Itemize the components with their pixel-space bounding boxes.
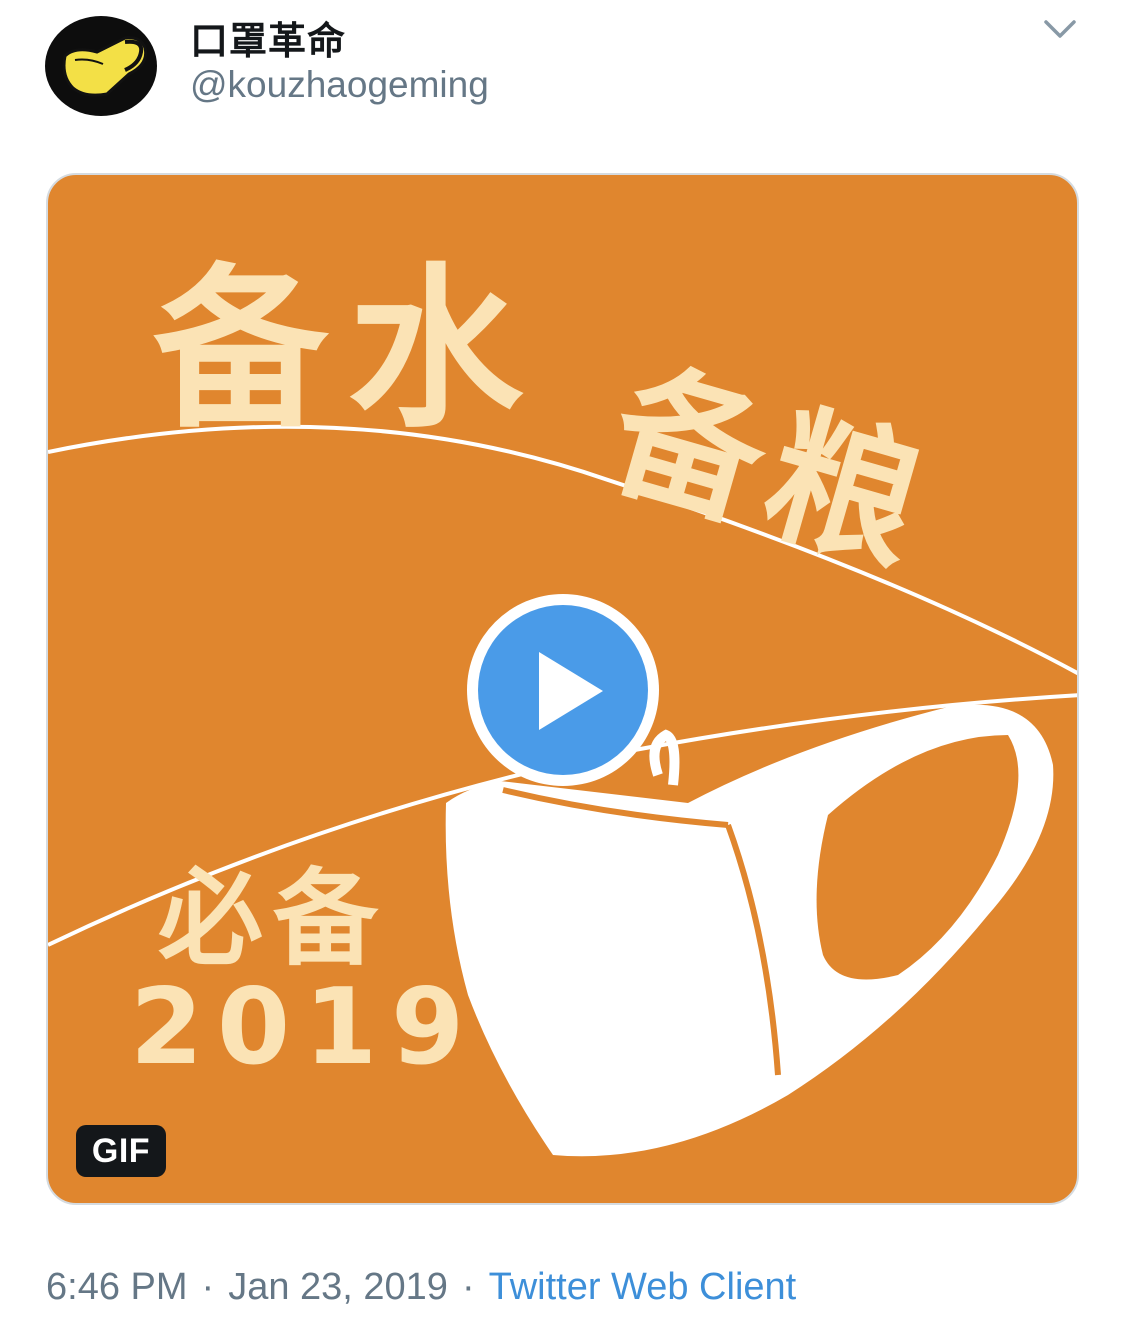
gif-media[interactable]: 备水 备粮 必备 2019 GIF: [46, 173, 1079, 1205]
play-icon: [467, 594, 659, 786]
yellow-mask-icon: [62, 36, 148, 97]
avatar[interactable]: [45, 16, 157, 116]
tweet-time[interactable]: 6:46 PM: [46, 1266, 188, 1308]
art-text-year: 2019: [130, 966, 478, 1088]
tweet-source-link[interactable]: Twitter Web Client: [489, 1266, 797, 1308]
display-name[interactable]: 口罩革命: [190, 10, 346, 65]
chevron-down-icon[interactable]: [1040, 14, 1080, 42]
user-handle[interactable]: @kouzhaogeming: [190, 64, 489, 106]
separator: ·: [201, 1266, 215, 1308]
gif-badge: GIF: [76, 1125, 166, 1177]
art-text-line3: 必备: [158, 858, 388, 980]
tweet-meta: 6:46 PM · Jan 23, 2019 · Twitter Web Client: [46, 1266, 796, 1309]
separator: ·: [461, 1266, 475, 1308]
play-button[interactable]: [463, 590, 663, 790]
art-text-line1: 备水: [153, 249, 543, 452]
tweet-date[interactable]: Jan 23, 2019: [228, 1266, 448, 1308]
art-text-line2: 备粮: [593, 342, 949, 597]
